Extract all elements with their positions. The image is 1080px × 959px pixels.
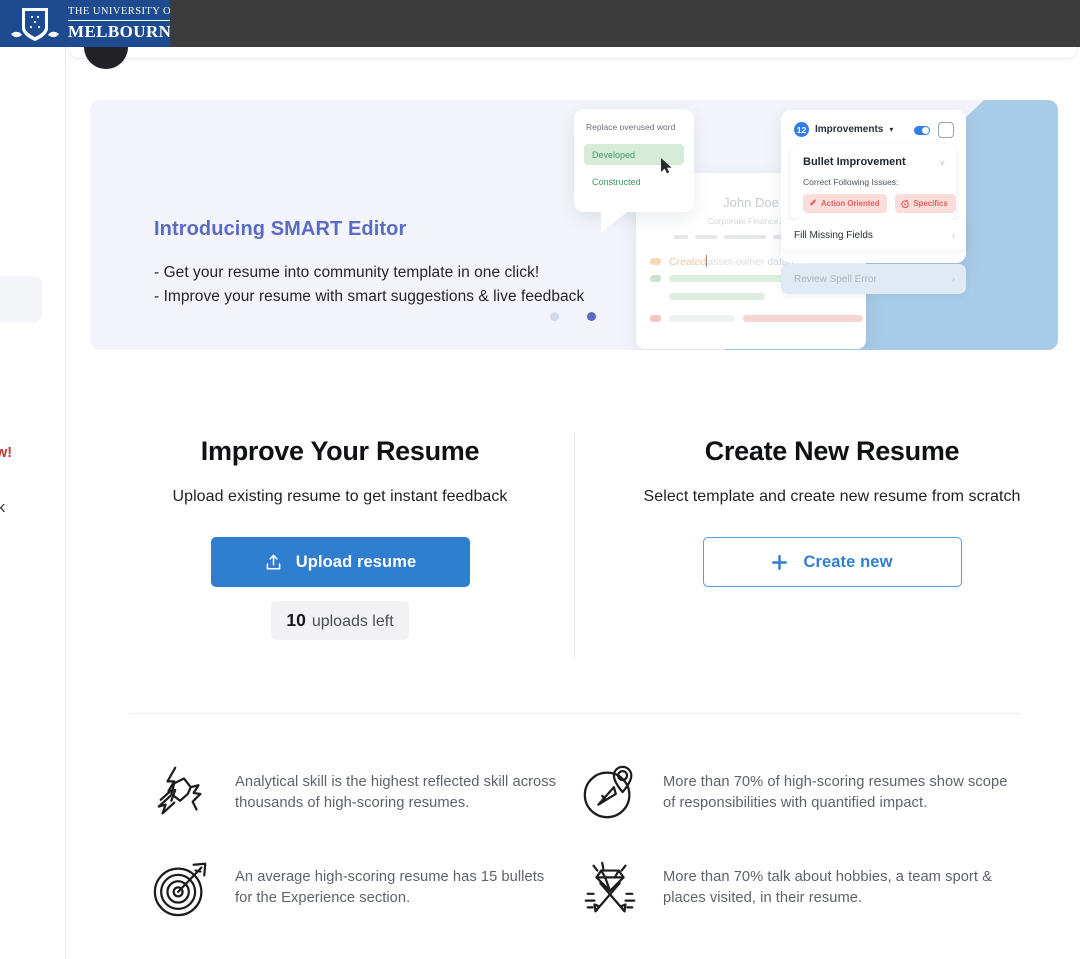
resume-bullet-rest: asset-owner datab (707, 256, 794, 268)
uploads-left-count: 10 (286, 610, 306, 630)
resume-bullet-word: Created (669, 256, 707, 268)
chevron-right-icon: › (952, 274, 955, 284)
stat-item: An average high-scoring resume has 15 bu… (129, 832, 579, 927)
stats-row-1: Analytical skill is the highest reflecte… (129, 737, 1029, 832)
word-option-constructed[interactable]: Constructed (584, 171, 684, 192)
gutter-ghost-card (0, 276, 42, 322)
scrolled-card-top (68, 47, 1078, 59)
mouse-cursor-icon (661, 158, 672, 174)
carousel-dot-1[interactable] (550, 312, 559, 321)
chip-action-oriented-label: Action Oriented (821, 199, 880, 208)
stat-item: More than 70% of high-scoring resumes sh… (579, 737, 1029, 832)
upload-icon (266, 554, 281, 570)
overused-word-popover: Replace overused word Developed Construc… (574, 109, 694, 233)
stat-item: Analytical skill is the highest reflecte… (129, 737, 579, 832)
improvements-count-badge: 12 (794, 122, 809, 137)
page-root: w! ck Introducing SMART Editor - Get you… (0, 0, 1080, 959)
resume-bullet-3 (669, 293, 765, 300)
bullet-improvement-subtitle: Correct Following Issues: (803, 177, 899, 187)
row-review-spell-error-label: Review Spell Error (794, 273, 877, 285)
main-content-panel: Introducing SMART Editor - Get your resu… (66, 47, 1080, 959)
chevron-down-icon[interactable]: ▾ (889, 125, 893, 134)
stat-text: Analytical skill is the highest reflecte… (235, 774, 557, 812)
stat-text: More than 70% of high-scoring resumes sh… (663, 774, 1008, 812)
left-gutter: w! ck (0, 47, 66, 959)
list-view-icon[interactable] (938, 122, 954, 138)
overused-word-title: Replace overused word (586, 122, 676, 132)
stat-text: More than 70% talk about hobbies, a team… (663, 869, 992, 907)
rocket-icon (809, 199, 816, 206)
avatar[interactable] (84, 47, 128, 69)
university-logo: THE UNIVERSITY OF MELBOURNE (0, 0, 170, 47)
stats-divider (129, 713, 1021, 714)
compass-icon (583, 765, 633, 819)
upload-resume-button[interactable]: Upload resume (210, 537, 470, 587)
stats-grid: Analytical skill is the highest reflecte… (129, 737, 1029, 927)
chip-action-oriented[interactable]: Action Oriented (803, 194, 888, 213)
university-logo-line1: THE UNIVERSITY OF (68, 7, 170, 21)
banner-illustration: John Doe Corporate Finance Ass Createdas… (574, 100, 1058, 350)
resume-bullet-1: Createdasset-owner datab (650, 255, 794, 268)
banner-bullet-2: - Improve your resume with smart suggest… (154, 288, 585, 305)
promo-banner: Introducing SMART Editor - Get your resu… (90, 100, 1058, 350)
uploads-left-label: uploads left (311, 613, 394, 630)
university-logo-text: THE UNIVERSITY OF MELBOURNE (68, 7, 170, 40)
improvements-header: 12 Improvements ▾ (794, 122, 893, 137)
popover-tail (601, 212, 627, 233)
stat-item: More than 70% talk about hobbies, a team… (579, 832, 1029, 927)
plus-icon (772, 554, 788, 570)
create-resume-section: Create New Resume Select template and cr… (597, 436, 1067, 587)
chevron-right-icon: › (952, 230, 955, 240)
bullet-improvement-title: Bullet Improvement (803, 156, 906, 168)
stats-row-2: An average high-scoring resume has 15 bu… (129, 832, 1029, 927)
chip-specifics[interactable]: Specifics (895, 194, 956, 213)
create-new-label: Create new (803, 552, 893, 571)
row-fill-missing-fields[interactable]: Fill Missing Fields › (781, 220, 966, 250)
resume-bullet-4 (650, 315, 863, 322)
column-divider (574, 432, 575, 659)
upload-resume-label: Upload resume (295, 552, 417, 571)
target-icon (901, 199, 910, 208)
row-fill-missing-fields-label: Fill Missing Fields (794, 229, 873, 241)
improve-heading: Improve Your Resume (200, 436, 480, 466)
improvements-title: Improvements (815, 124, 884, 135)
create-new-button[interactable]: Create new (702, 537, 962, 587)
collapse-chevron-icon[interactable]: ˅ (940, 158, 945, 168)
gutter-dark-text: ck (0, 499, 5, 516)
stat-text: An average high-scoring resume has 15 bu… (235, 869, 545, 907)
diamond-pencils-icon (584, 861, 636, 913)
improve-resume-section: Improve Your Resume Upload existing resu… (107, 436, 573, 640)
gutter-red-text: w! (0, 445, 13, 461)
university-logo-line2: MELBOURNE (68, 21, 170, 41)
banner-title: Introducing SMART Editor (154, 218, 407, 240)
issue-chips: Action Oriented Specifics (803, 194, 956, 213)
target-arrow-icon (153, 862, 207, 917)
university-crest-icon (11, 7, 59, 41)
bullet-improvement-card: Bullet Improvement ˅ Correct Following I… (791, 144, 956, 220)
banner-bullet-1: - Get your resume into community templat… (154, 264, 540, 281)
chip-specifics-label: Specifics (913, 199, 948, 208)
create-subtext: Select template and create new resume fr… (643, 488, 1021, 505)
uploads-left-badge: 10 uploads left (271, 601, 409, 640)
create-heading: Create New Resume (704, 436, 960, 466)
improve-subtext: Upload existing resume to get instant fe… (172, 488, 508, 505)
lightning-skill-icon (157, 766, 202, 815)
improvements-toggle[interactable] (914, 126, 930, 135)
row-review-spell-error[interactable]: Review Spell Error › (781, 264, 966, 294)
